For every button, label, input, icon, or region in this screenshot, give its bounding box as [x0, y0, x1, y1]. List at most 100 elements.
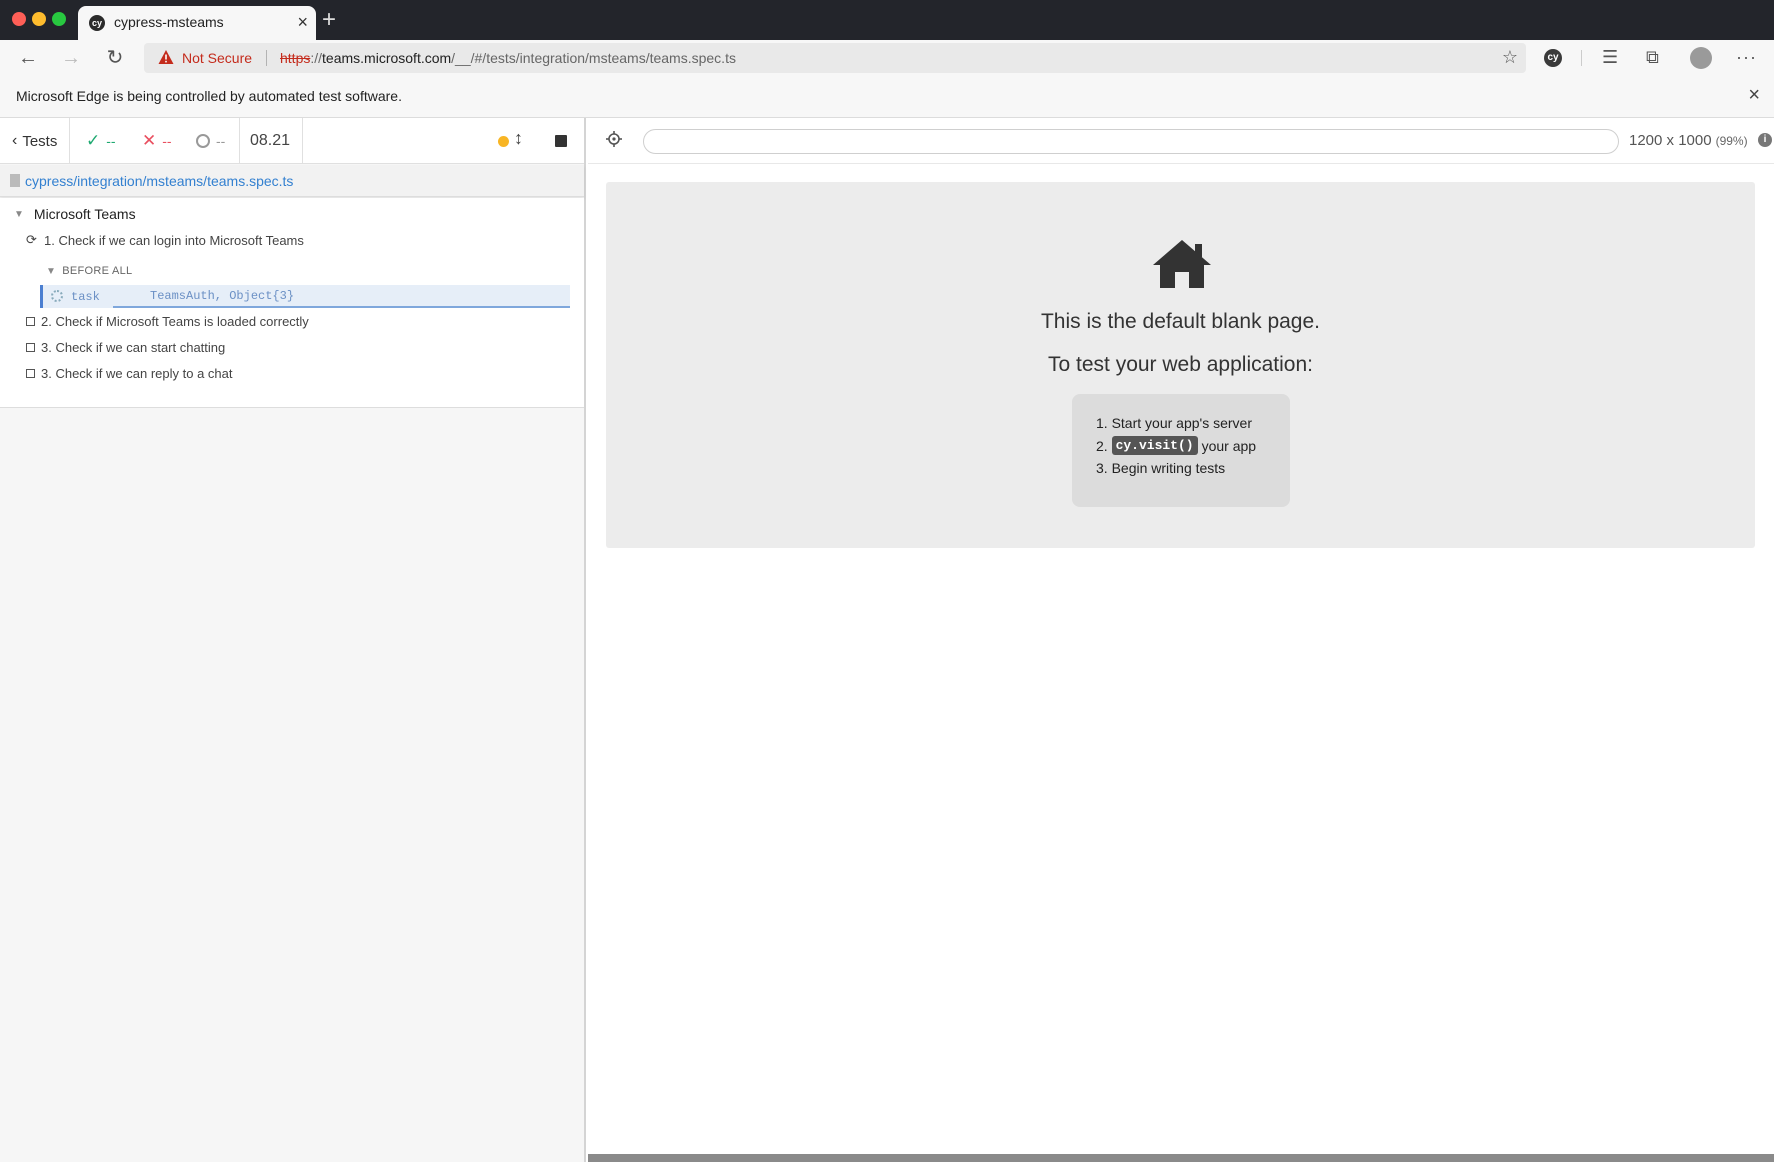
profile-icon[interactable]: [1690, 47, 1712, 69]
url-separator: ://: [310, 50, 323, 66]
pending-value: --: [216, 133, 226, 149]
step-number: 3.: [1096, 460, 1108, 476]
running-refresh-icon: ⟳: [26, 232, 37, 247]
tests-label: Tests: [22, 132, 58, 150]
toolbar-separator: [1581, 50, 1582, 66]
test-row[interactable]: ⟳ 1. Check if we can login into Microsof…: [25, 232, 304, 248]
reload-icon[interactable]: ↻: [101, 44, 129, 72]
info-icon[interactable]: i: [1758, 133, 1772, 147]
instruction-step: 3. Begin writing tests: [1096, 460, 1225, 476]
address-bar[interactable]: Not Secure https://teams.microsoft.com/_…: [144, 43, 1526, 73]
url-path: /__/#/tests/integration/msteams/teams.sp…: [451, 50, 736, 66]
viewport-scale: (99%): [1715, 134, 1748, 148]
test-title: 1. Check if we can login into Microsoft …: [44, 232, 304, 248]
failed-count: ✕ --: [142, 118, 172, 164]
collections-icon[interactable]: ⧉: [1646, 46, 1659, 68]
reporter-header: ‹ Tests ✓ -- ✕ -- -- 08.21 ↕: [0, 118, 584, 164]
warning-icon: [158, 50, 174, 64]
tab-close-icon[interactable]: ×: [297, 12, 308, 32]
browser-titlebar: cy cypress-msteams × +: [0, 0, 1774, 40]
pending-count: --: [196, 118, 225, 164]
check-icon: ✓: [86, 131, 101, 150]
tests-button[interactable]: ‹ Tests: [0, 118, 70, 164]
passed-value: --: [106, 133, 116, 149]
step-text: Start your app's server: [1111, 415, 1252, 431]
test-row[interactable]: 2. Check if Microsoft Teams is loaded co…: [25, 314, 309, 329]
viewport-dimensions: 1200 x 1000: [1629, 132, 1712, 149]
suite-title: Microsoft Teams: [33, 206, 136, 222]
test-title: 2. Check if Microsoft Teams is loaded co…: [41, 314, 309, 329]
blank-page-subtitle: To test your web application:: [1048, 353, 1313, 376]
collapse-triangle-icon: ▼: [46, 265, 57, 277]
tab-title: cypress-msteams: [114, 14, 224, 30]
duration: 08.21: [239, 118, 303, 164]
instruction-step: 1. Start your app's server: [1096, 415, 1252, 431]
failed-value: --: [162, 133, 172, 149]
test-title: 3. Check if we can start chatting: [41, 340, 226, 355]
suite-row[interactable]: ▼ Microsoft Teams: [14, 206, 136, 222]
aut-header: 1200 x 1000 (99%) i: [588, 118, 1774, 164]
favorites-icon[interactable]: ☰: [1602, 46, 1618, 68]
close-window-button[interactable]: [12, 12, 26, 26]
blank-page-title: This is the default blank page.: [1040, 310, 1320, 333]
banner-close-icon[interactable]: ×: [1748, 85, 1760, 105]
forward-arrow-icon[interactable]: →: [57, 44, 85, 72]
back-arrow-icon[interactable]: ←: [14, 44, 42, 72]
code-snippet: cy.visit(): [1111, 436, 1198, 455]
aut-url-field[interactable]: [643, 129, 1619, 154]
minimize-window-button[interactable]: [32, 12, 46, 26]
reporter-panel: ‹ Tests ✓ -- ✕ -- -- 08.21 ↕ cypress/int…: [0, 118, 586, 1162]
hook-title: BEFORE ALL: [62, 265, 133, 277]
runnables-list: ▼ Microsoft Teams ⟳ 1. Check if we can l…: [0, 198, 584, 408]
url-scheme: https: [280, 50, 311, 66]
step-number: 1.: [1096, 415, 1108, 431]
cross-icon: ✕: [142, 131, 157, 150]
default-blank-page: This is the default blank page. To test …: [606, 182, 1755, 548]
viewport-size: 1200 x 1000 (99%): [1629, 132, 1748, 149]
collapse-triangle-icon: ▼: [14, 208, 24, 220]
step-text: your app: [1201, 437, 1257, 454]
url-host: teams.microsoft.com: [322, 50, 452, 66]
passed-count: ✓ --: [86, 118, 116, 164]
stop-button[interactable]: [555, 135, 567, 147]
auto-scroll-icon[interactable]: ↕: [514, 128, 523, 149]
aut-iframe: This is the default blank page. To test …: [588, 164, 1774, 1156]
spec-file-bar: cypress/integration/msteams/teams.spec.t…: [0, 165, 584, 197]
home-icon: [1153, 240, 1211, 288]
step-number: 2.: [1096, 437, 1108, 454]
command-message: TeamsAuth, Object{3}: [113, 285, 570, 308]
pending-square-icon: [26, 317, 35, 326]
browser-toolbar: ← → ↻ Not Secure https://teams.microsoft…: [0, 40, 1774, 75]
test-row[interactable]: 3. Check if we can reply to a chat: [25, 366, 232, 381]
spec-file-link[interactable]: cypress/integration/msteams/teams.spec.t…: [25, 173, 293, 189]
cypress-favicon-icon: cy: [89, 15, 105, 31]
address-separator: [266, 50, 267, 66]
instructions-box: 1. Start your app's server 2. cy.visit()…: [1072, 394, 1290, 507]
aut-bottom-bar: [588, 1154, 1774, 1162]
pending-square-icon: [26, 369, 35, 378]
test-row[interactable]: 3. Check if we can start chatting: [25, 340, 225, 355]
spinner-icon: [51, 290, 63, 302]
pending-circle-icon: [196, 134, 210, 148]
test-title: 3. Check if we can reply to a chat: [41, 366, 233, 381]
star-icon[interactable]: ☆: [1502, 47, 1518, 68]
pending-square-icon: [26, 343, 35, 352]
step-text: Begin writing tests: [1111, 460, 1226, 476]
running-indicator-icon: [498, 136, 509, 147]
automation-banner-text: Microsoft Edge is being controlled by au…: [16, 88, 402, 104]
cypress-extension-icon[interactable]: cy: [1544, 49, 1562, 67]
url-text[interactable]: https://teams.microsoft.com/__/#/tests/i…: [280, 50, 736, 66]
chevron-left-icon: ‹: [12, 132, 18, 149]
command-name: task: [71, 290, 100, 304]
new-tab-button[interactable]: +: [322, 6, 336, 34]
more-icon[interactable]: ···: [1736, 46, 1757, 68]
instruction-step: 2. cy.visit() your app: [1096, 436, 1256, 455]
maximize-window-button[interactable]: [52, 12, 66, 26]
file-icon: [10, 174, 20, 187]
browser-tab[interactable]: cy cypress-msteams ×: [78, 6, 316, 40]
automation-banner: Microsoft Edge is being controlled by au…: [0, 75, 1774, 118]
not-secure-label[interactable]: Not Secure: [182, 50, 252, 66]
hook-before-all[interactable]: ▼ BEFORE ALL: [46, 265, 132, 277]
selector-playground-icon[interactable]: [606, 131, 622, 147]
command-row[interactable]: task TeamsAuth, Object{3}: [40, 285, 570, 308]
